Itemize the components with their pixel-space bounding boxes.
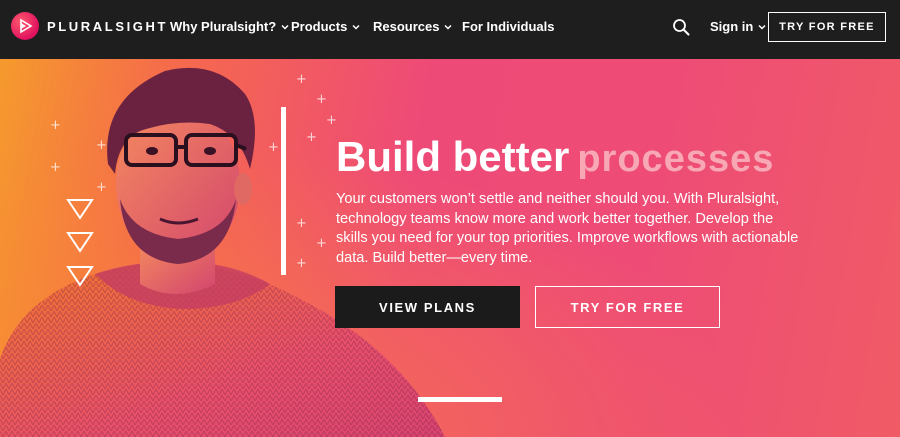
sign-in-link[interactable]: Sign in xyxy=(710,19,766,34)
plus-icon: + xyxy=(326,113,337,128)
plus-icon: + xyxy=(316,92,327,107)
headline-main: Build better xyxy=(336,133,570,180)
nav-item-resources[interactable]: Resources xyxy=(373,19,453,34)
top-navigation: PLURALSIGHT Why Pluralsight? Products Re… xyxy=(0,0,900,59)
brand-name: PLURALSIGHT xyxy=(47,18,169,34)
search-icon[interactable] xyxy=(672,18,690,36)
triangle-outline-icon xyxy=(66,199,94,220)
view-plans-button[interactable]: VIEW PLANS xyxy=(335,286,520,328)
nav-item-why-pluralsight[interactable]: Why Pluralsight? xyxy=(170,19,289,34)
nav-item-products[interactable]: Products xyxy=(291,19,360,34)
chevron-down-icon xyxy=(281,24,289,30)
plus-icon: + xyxy=(306,130,317,145)
plus-icon: + xyxy=(296,216,307,231)
headline-accent: processes xyxy=(577,138,775,180)
chevron-down-icon xyxy=(444,24,453,30)
nav-item-label: Resources xyxy=(373,19,440,34)
plus-icon: + xyxy=(96,138,107,153)
plus-icon: + xyxy=(50,160,61,175)
nav-item-label: Products xyxy=(291,19,348,34)
plus-icon: + xyxy=(96,180,107,195)
triangle-outline-icon xyxy=(66,232,94,253)
hero-headline: Build better processes xyxy=(336,133,774,183)
decorative-horizontal-line xyxy=(418,397,502,402)
plus-icon: + xyxy=(296,72,307,87)
pluralsight-logo-icon xyxy=(11,12,39,40)
nav-item-label: For Individuals xyxy=(462,19,555,34)
nav-item-for-individuals[interactable]: For Individuals xyxy=(462,19,554,34)
triangle-outline-icon xyxy=(66,266,94,287)
chevron-down-icon xyxy=(758,24,766,30)
plus-icon: + xyxy=(296,256,307,271)
hero-description: Your customers won’t settle and neither … xyxy=(336,191,799,266)
nav-item-label: Why Pluralsight? xyxy=(170,19,277,34)
hero-section: + + + + + + + + + + + + Build better proc… xyxy=(0,59,900,437)
decorative-vertical-line xyxy=(281,107,286,275)
pluralsight-logo[interactable]: PLURALSIGHT xyxy=(11,12,168,40)
plus-icon: + xyxy=(316,236,327,251)
plus-icon: + xyxy=(50,118,61,133)
try-for-free-hero-button[interactable]: TRY FOR FREE xyxy=(535,286,720,328)
chevron-down-icon xyxy=(352,24,360,30)
plus-icon: + xyxy=(268,140,279,155)
try-for-free-nav-button[interactable]: TRY FOR FREE xyxy=(768,12,886,42)
sign-in-label: Sign in xyxy=(710,19,754,34)
